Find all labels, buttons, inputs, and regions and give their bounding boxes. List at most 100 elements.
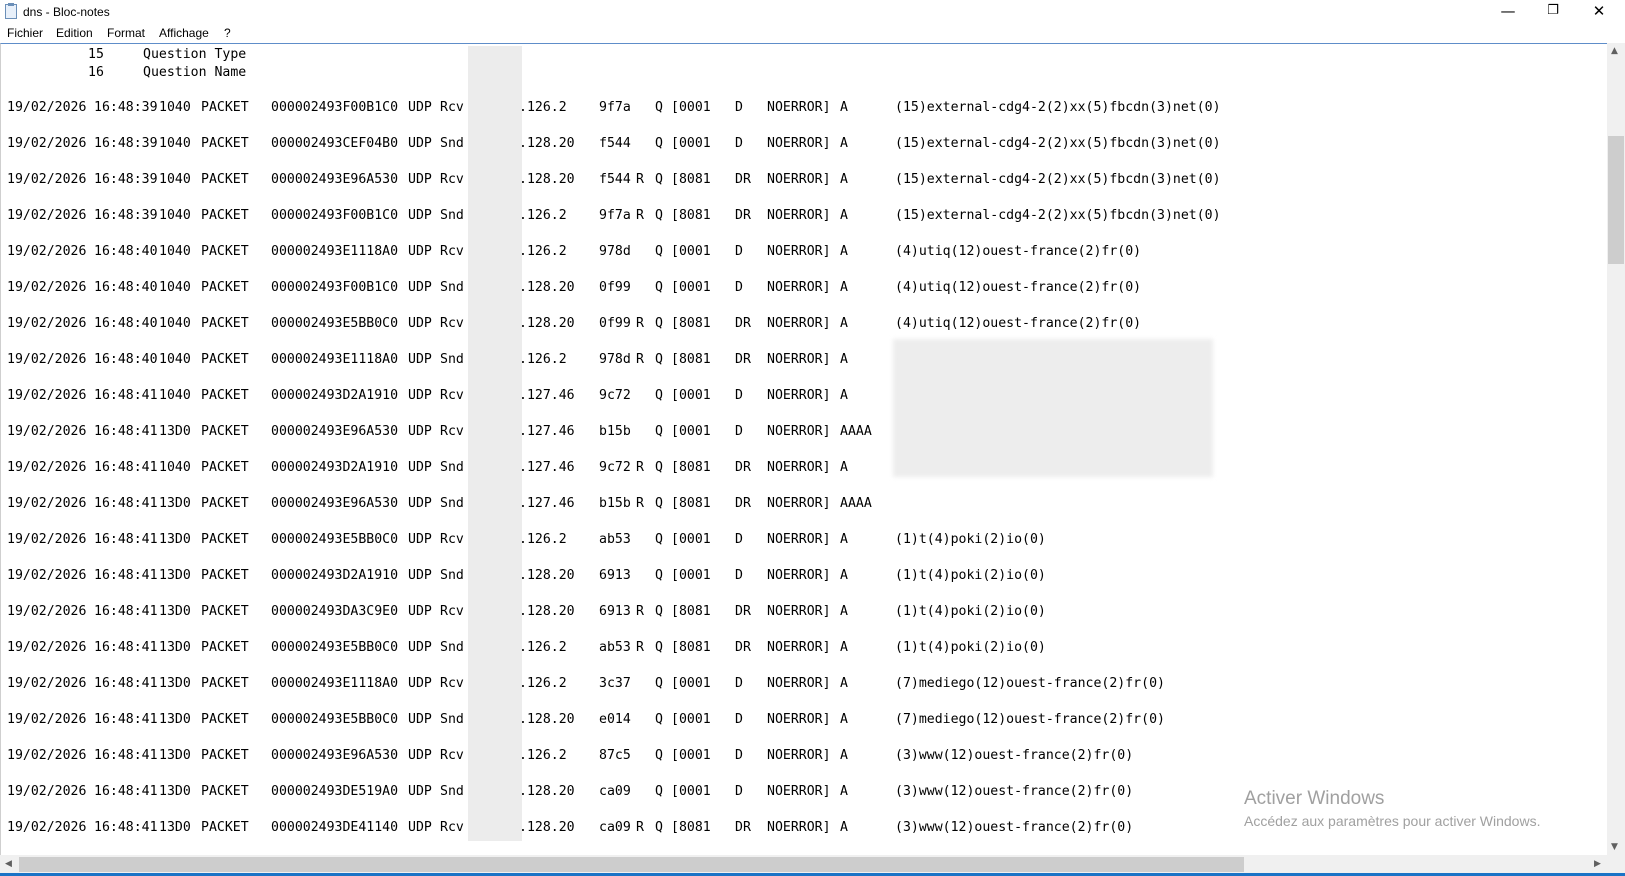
scroll-left-arrow-icon[interactable]: ◀ [5,859,12,869]
log-cell-flags_hex: [8081 [671,820,711,835]
menu-format[interactable]: Format [107,26,145,40]
log-cell-qtype: A [840,100,848,115]
log-cell-time: 16:48:41 [94,784,158,799]
log-cell-date: 19/02/2026 [7,100,87,115]
log-cell-context: PACKET [201,244,249,259]
log-cell-thread: 13D0 [159,604,191,619]
log-cell-thread: 1040 [159,316,191,331]
log-cell-op: Q [655,136,663,151]
log-cell-flags_hex: [0001 [671,532,711,547]
menu-edition[interactable]: Edition [56,26,93,40]
horizontal-scroll-thumb[interactable] [19,857,1244,872]
activation-watermark-subtitle: Accédez aux paramètres pour activer Wind… [1244,813,1541,829]
log-cell-proto: UDP [408,352,432,367]
log-cell-flags_hex: [0001 [671,136,711,151]
log-cell-proto: UDP [408,604,432,619]
log-cell-qtype: A [840,136,848,151]
log-cell-thread: 1040 [159,280,191,295]
log-cell-proto: UDP [408,712,432,727]
log-cell-flags_char: DR [735,604,751,619]
vertical-scroll-thumb[interactable] [1608,136,1624,264]
log-cell-rcode: NOERROR] [767,640,831,655]
log-cell-proto: UDP [408,784,432,799]
log-cell-flags_char: D [735,784,743,799]
log-cell-resp: R [636,460,644,475]
log-cell-qname: (4)utiq(12)ouest-france(2)fr(0) [895,280,1142,295]
scroll-down-arrow-icon[interactable]: ▼ [1611,842,1618,852]
log-cell-ip: .128.20 [519,136,575,151]
log-cell-qtype: A [840,568,848,583]
log-cell-ip: .127.46 [519,424,575,439]
log-cell-flags_hex: [0001 [671,280,711,295]
minimize-button[interactable]: — [1485,0,1531,24]
log-cell-packet: 000002493E1118A0 [271,676,399,691]
log-cell-flags_hex: [0001 [671,748,711,763]
log-cell-dir: Snd [440,460,464,475]
log-cell-flags_hex: [0001 [671,388,711,403]
menu-help[interactable]: ? [224,26,231,40]
log-cell-date: 19/02/2026 [7,676,87,691]
log-cell-op: Q [655,352,663,367]
log-cell-proto: UDP [408,568,432,583]
log-cell-context: PACKET [201,172,249,187]
log-cell-flags_hex: [8081 [671,640,711,655]
close-button[interactable]: ✕ [1576,0,1622,24]
log-cell-rcode: NOERROR] [767,532,831,547]
log-cell-id: f544 [599,172,631,187]
log-cell-date: 19/02/2026 [7,496,87,511]
log-cell-resp: R [636,172,644,187]
log-cell-flags_char: D [735,712,743,727]
menu-fichier[interactable]: Fichier [7,26,43,40]
log-cell-qtype: A [840,460,848,475]
header-number: 16 [88,65,104,80]
log-cell-rcode: NOERROR] [767,676,831,691]
log-cell-time: 16:48:41 [94,748,158,763]
log-cell-flags_char: D [735,100,743,115]
log-cell-date: 19/02/2026 [7,280,87,295]
notepad-icon [5,3,17,19]
maximize-button[interactable]: ❐ [1530,0,1576,24]
menu-affichage[interactable]: Affichage [159,26,209,40]
log-cell-time: 16:48:41 [94,532,158,547]
log-cell-thread: 1040 [159,100,191,115]
header-label: Question Type [143,47,247,62]
log-cell-flags_hex: [0001 [671,784,711,799]
log-cell-proto: UDP [408,280,432,295]
log-cell-flags_hex: [8081 [671,172,711,187]
log-cell-flags_hex: [8081 [671,352,711,367]
scroll-right-arrow-icon[interactable]: ▶ [1594,859,1601,869]
log-cell-context: PACKET [201,532,249,547]
log-cell-id: b15b [599,424,631,439]
log-cell-rcode: NOERROR] [767,460,831,475]
log-cell-flags_char: D [735,568,743,583]
log-cell-date: 19/02/2026 [7,172,87,187]
log-cell-time: 16:48:41 [94,424,158,439]
scroll-up-arrow-icon[interactable]: ▲ [1611,46,1618,56]
log-cell-proto: UDP [408,640,432,655]
log-cell-ip: .128.20 [519,604,575,619]
log-cell-context: PACKET [201,460,249,475]
log-cell-time: 16:48:40 [94,244,158,259]
log-cell-dir: Rcv [440,388,464,403]
log-cell-resp: R [636,496,644,511]
log-cell-flags_hex: [8081 [671,208,711,223]
log-cell-date: 19/02/2026 [7,820,87,835]
log-cell-qtype: A [840,280,848,295]
log-cell-time: 16:48:41 [94,820,158,835]
title-bar: dns - Bloc-notes — ❐ ✕ [0,0,1625,24]
text-editor[interactable]: 15 Question Type 16 Question Name 19/02/… [0,43,1607,855]
log-cell-dir: Rcv [440,316,464,331]
log-cell-thread: 13D0 [159,532,191,547]
log-cell-op: Q [655,460,663,475]
log-cell-packet: 000002493DE519A0 [271,784,399,799]
log-cell-packet: 000002493DA3C9E0 [271,604,399,619]
redacted-area [893,339,1213,477]
log-cell-date: 19/02/2026 [7,244,87,259]
log-cell-dir: Snd [440,280,464,295]
log-cell-thread: 1040 [159,460,191,475]
log-cell-packet: 000002493E96A530 [271,172,399,187]
log-cell-op: Q [655,712,663,727]
log-cell-op: Q [655,568,663,583]
log-cell-qname: (15)external-cdg4-2(2)xx(5)fbcdn(3)net(0… [895,208,1221,223]
log-cell-time: 16:48:40 [94,280,158,295]
